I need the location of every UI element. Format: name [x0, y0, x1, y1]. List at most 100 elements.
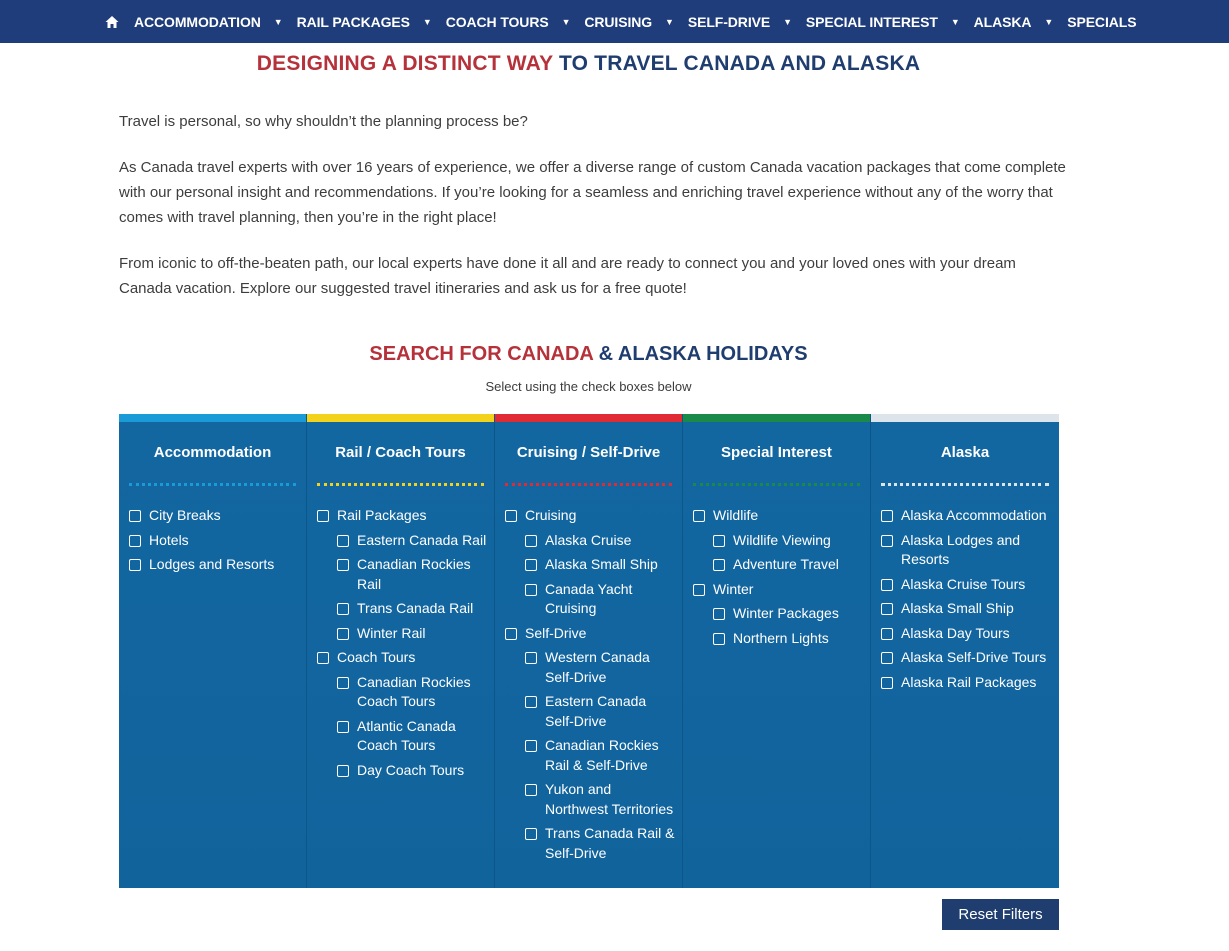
filter-option-label: Self-Drive: [525, 624, 587, 641]
checkbox[interactable]: [525, 828, 537, 840]
checkbox[interactable]: [881, 534, 893, 547]
filter-option-label: Wildlife: [713, 507, 759, 523]
home-icon[interactable]: [105, 15, 119, 29]
filter-option[interactable]: Alaska Accommodation: [881, 506, 1053, 526]
checkbox[interactable]: [129, 559, 141, 571]
nav-item-special-interest[interactable]: SPECIAL INTEREST ▼: [806, 14, 974, 30]
filter-column-accommodation: Accommodation City Breaks Hotels Lodges and…: [119, 414, 307, 888]
checkbox[interactable]: [525, 784, 537, 796]
checkbox[interactable]: [337, 603, 349, 615]
checkbox[interactable]: [525, 652, 537, 664]
filter-option[interactable]: Wildlife: [693, 506, 864, 526]
filter-option-label: Cruising: [525, 507, 577, 523]
search-heading-rest: & ALASKA HOLIDAYS: [593, 343, 808, 365]
filter-option[interactable]: Coach Tours: [317, 648, 488, 668]
nav-item-specials[interactable]: SPECIALS: [1067, 14, 1136, 30]
checkbox[interactable]: [713, 559, 725, 571]
nav-item-coach-tours[interactable]: COACH TOURS ▼: [446, 14, 585, 30]
filter-option-label: Canada Yacht Cruising: [545, 580, 633, 617]
checkbox[interactable]: [337, 534, 349, 547]
checkbox[interactable]: [881, 627, 893, 640]
filter-option-label: Adventure Travel: [733, 556, 839, 572]
intro-paragraph-3: From iconic to off-the-beaten path, our …: [119, 255, 1016, 297]
filter-option-label: Hotels: [149, 531, 189, 548]
checkbox[interactable]: [525, 740, 537, 752]
caret-down-icon: ▼: [422, 16, 432, 27]
checkbox[interactable]: [881, 510, 893, 522]
checkbox[interactable]: [337, 720, 349, 733]
filter-option[interactable]: Northern Lights: [713, 629, 864, 649]
filter-option[interactable]: Winter: [693, 580, 864, 600]
nav-item-label: ALASKA: [973, 13, 1032, 30]
filter-option[interactable]: Winter Rail: [337, 624, 488, 644]
checkbox[interactable]: [129, 534, 141, 547]
filter-option[interactable]: Alaska Lodges and Resorts: [881, 531, 1053, 570]
checkbox[interactable]: [525, 534, 537, 547]
filter-option[interactable]: Wildlife Viewing: [713, 531, 864, 551]
filter-option[interactable]: Day Coach Tours: [337, 761, 488, 781]
nav-item-alaska[interactable]: ALASKA ▼: [974, 14, 1068, 30]
filter-option[interactable]: Alaska Cruise: [525, 531, 676, 551]
checkbox[interactable]: [881, 578, 893, 591]
filter-option-label: Alaska Self-Drive Tours: [901, 649, 1047, 665]
checkbox[interactable]: [693, 510, 705, 522]
checkbox[interactable]: [693, 583, 705, 596]
filter-option[interactable]: Canada Yacht Cruising: [525, 580, 676, 619]
filter-option[interactable]: Hotels: [129, 531, 300, 551]
dotted-divider: [505, 483, 672, 486]
column-title: Cruising / Self-Drive: [516, 444, 661, 461]
checkbox[interactable]: [129, 510, 141, 522]
filter-option[interactable]: Eastern Canada Self-Drive: [525, 692, 676, 731]
filter-option[interactable]: Rail Packages: [317, 506, 488, 526]
filter-option[interactable]: Alaska Rail Packages: [881, 673, 1053, 693]
checkbox[interactable]: [505, 510, 517, 522]
filter-option[interactable]: Canadian Rockies Coach Tours: [337, 673, 488, 712]
checkbox[interactable]: [525, 696, 537, 708]
filter-option[interactable]: Canadian Rockies Rail & Self-Drive: [525, 736, 676, 775]
checkbox[interactable]: [713, 632, 725, 645]
checkbox[interactable]: [881, 652, 893, 664]
filter-option[interactable]: Western Canada Self-Drive: [525, 648, 676, 687]
nav-item-rail-packages[interactable]: RAIL PACKAGES ▼: [297, 14, 446, 30]
checkbox[interactable]: [337, 627, 349, 640]
nav-item-label: COACH TOURS: [445, 13, 549, 30]
checkbox[interactable]: [713, 534, 725, 547]
filter-option[interactable]: Alaska Small Ship: [525, 555, 676, 575]
checkbox[interactable]: [317, 510, 329, 522]
filter-option[interactable]: Alaska Small Ship: [881, 599, 1053, 619]
filter-option[interactable]: Alaska Day Tours: [881, 624, 1053, 644]
filter-option[interactable]: Adventure Travel: [713, 555, 864, 575]
filter-option[interactable]: Alaska Self-Drive Tours: [881, 648, 1053, 668]
filter-option-label: Alaska Rail Packages: [901, 673, 1037, 690]
checkbox[interactable]: [881, 603, 893, 615]
filter-option-label: Alaska Accommodation: [901, 507, 1047, 523]
checkbox[interactable]: [337, 676, 349, 689]
checkbox[interactable]: [881, 676, 893, 689]
checkbox[interactable]: [505, 627, 517, 640]
filter-option-label: Atlantic Canada Coach Tours: [357, 717, 456, 754]
checkbox[interactable]: [337, 559, 349, 571]
filter-option[interactable]: Trans Canada Rail: [337, 599, 488, 619]
checkbox[interactable]: [317, 652, 329, 664]
nav-item-self-drive[interactable]: SELF-DRIVE ▼: [688, 14, 806, 30]
filter-option[interactable]: Self-Drive: [505, 624, 676, 644]
filter-option[interactable]: Lodges and Resorts: [129, 555, 300, 575]
filter-option[interactable]: Alaska Cruise Tours: [881, 575, 1053, 595]
filter-option[interactable]: Yukon and Northwest Territories: [525, 780, 676, 819]
filter-option[interactable]: Atlantic Canada Coach Tours: [337, 717, 488, 756]
checkbox[interactable]: [337, 764, 349, 777]
reset-filters-button[interactable]: Reset Filters: [942, 899, 1059, 930]
checkbox[interactable]: [525, 583, 537, 596]
nav-item-accommodation[interactable]: ACCOMMODATION ▼: [134, 14, 297, 30]
filter-option[interactable]: City Breaks: [129, 506, 300, 526]
nav-item-cruising[interactable]: CRUISING ▼: [584, 14, 687, 30]
checkbox[interactable]: [713, 608, 725, 620]
filter-option[interactable]: Trans Canada Rail & Self-Drive: [525, 824, 676, 863]
filter-option[interactable]: Eastern Canada Rail: [337, 531, 488, 551]
checkbox[interactable]: [525, 559, 537, 571]
options-list: Cruising Alaska Cruise Alaska Small Ship Ca…: [505, 506, 676, 868]
filter-option[interactable]: Cruising: [505, 506, 676, 526]
filter-column-special-interest: Special Interest Wildlife Wildlife Viewing…: [683, 414, 871, 888]
filter-option[interactable]: Winter Packages: [713, 604, 864, 624]
filter-option[interactable]: Canadian Rockies Rail: [337, 555, 488, 594]
